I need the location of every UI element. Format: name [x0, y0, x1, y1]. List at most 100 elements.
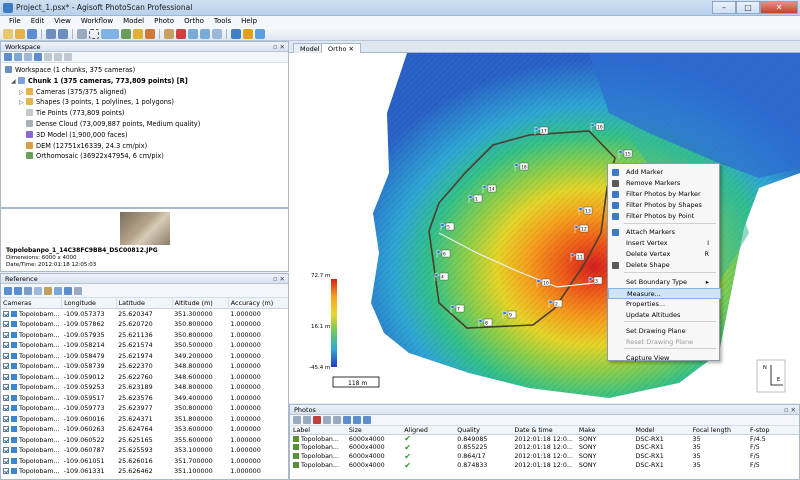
menu-tools[interactable]: Tools	[209, 16, 236, 27]
value-cell[interactable]: 350.800000	[172, 319, 228, 330]
value-cell[interactable]: 1.000000	[228, 424, 288, 435]
selection-dropdown-icon[interactable]	[101, 28, 119, 39]
value-cell[interactable]: 1.000000	[228, 351, 288, 362]
photo-thumbnail[interactable]	[120, 212, 170, 245]
value-cell[interactable]: -109.059253	[62, 382, 116, 393]
camera-cell[interactable]: Topolobam...	[1, 361, 62, 372]
camera-cell[interactable]: Topolobam...	[1, 309, 62, 320]
value-cell[interactable]: 25.626462	[116, 466, 172, 477]
camera-cell[interactable]: Topolobam...	[1, 435, 62, 446]
value-cell[interactable]: SONY	[576, 435, 633, 444]
table-row[interactable]: Topolobam...-109.06159525.626872351.1000…	[1, 477, 288, 479]
value-cell[interactable]: 350.500000	[172, 340, 228, 351]
show-cameras-icon[interactable]	[255, 28, 265, 39]
value-cell[interactable]: 355.600000	[172, 435, 228, 446]
delete-icon[interactable]	[176, 28, 186, 39]
value-cell[interactable]: 0.849085	[454, 435, 511, 444]
enable-checkbox[interactable]	[3, 352, 9, 359]
crop-icon[interactable]	[164, 28, 174, 39]
value-cell[interactable]: 0.855225	[454, 444, 511, 453]
table-row[interactable]: Topolobam... -109.060787 25.625593 353.1000…	[1, 445, 288, 456]
context-menu-item[interactable]: Remove Markers	[608, 178, 721, 189]
show-shapes-icon[interactable]	[243, 28, 253, 39]
col-datetime[interactable]: Date & time	[511, 426, 576, 436]
context-menu-item[interactable]: Reset Drawing Plane	[608, 337, 721, 348]
table-row[interactable]: Topolobam... -109.061331 25.626462 351.1000…	[1, 466, 288, 477]
tree-item-cameras[interactable]: ▷ Cameras (375/375 aligned)	[5, 87, 288, 98]
value-cell[interactable]: 348.800000	[172, 382, 228, 393]
col-latitude[interactable]: Latitude	[116, 298, 173, 309]
col-make[interactable]: Make	[575, 426, 633, 436]
tree-item-dense-cloud[interactable]: Dense Cloud (73,009,887 points, Medium q…	[5, 119, 288, 130]
details-view-icon[interactable]	[363, 416, 371, 424]
value-cell[interactable]: 25.625165	[116, 435, 172, 446]
panel-float-close-icon[interactable]: ▫ ✕	[273, 42, 285, 52]
rotate-right-icon[interactable]	[333, 416, 341, 424]
small-icons-icon[interactable]	[353, 416, 361, 424]
draw-polygon-icon[interactable]	[145, 28, 155, 39]
camera-cell[interactable]: Topolobam...	[1, 340, 62, 351]
enable-checkbox[interactable]	[3, 436, 9, 443]
value-cell[interactable]: -109.060016	[62, 414, 116, 425]
camera-cell[interactable]: Topolobam...	[1, 456, 62, 467]
value-cell[interactable]: SONY	[576, 444, 633, 453]
panel-float-close-icon[interactable]: ▫ ✕	[784, 405, 796, 415]
photo-label-cell[interactable]: Topoloban...	[290, 461, 346, 470]
new-icon[interactable]	[3, 28, 13, 39]
value-cell[interactable]: 1.000000	[228, 382, 288, 393]
value-cell[interactable]: 2012:01:18 12:0...	[511, 461, 575, 470]
col-label[interactable]: Label	[290, 426, 346, 436]
value-cell[interactable]: 25.623977	[116, 403, 172, 414]
value-cell[interactable]: 1.000000	[228, 393, 288, 404]
value-cell[interactable]: F/5	[747, 461, 799, 470]
view-estimated-icon[interactable]	[74, 286, 82, 295]
minimize-button[interactable]: –	[712, 1, 736, 14]
enable-checkbox[interactable]	[3, 311, 9, 317]
table-row[interactable]: Topoloban... 6000x4000 ✔ 0.849085 2012:01:18…	[290, 435, 799, 444]
optimize-icon[interactable]	[34, 286, 42, 295]
enable-checkbox[interactable]	[3, 384, 9, 391]
table-row[interactable]: Topolobam... -109.060522 25.625165 355.6000…	[1, 435, 288, 446]
table-row[interactable]: Topolobam... -109.058479 25.621974 349.2000…	[1, 351, 288, 362]
rotate-left-icon[interactable]	[323, 416, 331, 424]
photo-label-cell[interactable]: Topoloban...	[290, 452, 346, 461]
menu-workflow[interactable]: Workflow	[76, 16, 118, 27]
camera-cell[interactable]: Topolobam...	[1, 403, 62, 414]
value-cell[interactable]: 25.622370	[116, 361, 172, 372]
value-cell[interactable]: 6000x4000	[346, 461, 401, 470]
value-cell[interactable]: 349.400000	[172, 393, 228, 404]
value-cell[interactable]: 1.000000	[228, 403, 288, 414]
context-menu-item[interactable]: Add Marker	[608, 167, 721, 178]
table-row[interactable]: Topolobam... -109.059773 25.623977 350.8000…	[1, 403, 288, 414]
value-cell[interactable]: -109.058214	[62, 340, 116, 351]
chunk-item[interactable]: ◢ Chunk 1 (375 cameras, 773,809 points) […	[5, 76, 288, 87]
camera-cell[interactable]: Topolobam...	[1, 330, 62, 341]
menu-file[interactable]: File	[4, 16, 26, 27]
disable-icon[interactable]	[54, 53, 62, 61]
value-cell[interactable]: -109.057862	[62, 319, 116, 330]
col-quality[interactable]: Quality	[454, 426, 512, 436]
camera-cell[interactable]: Topolobam...	[1, 424, 62, 435]
context-menu-item[interactable]: Insert Vertex I	[608, 238, 721, 249]
value-cell[interactable]: 25.620347	[116, 309, 172, 320]
value-cell[interactable]: 350.800000	[172, 330, 228, 341]
context-menu-item[interactable]: Set Boundary Type ▸	[608, 277, 721, 288]
value-cell[interactable]: 1.000000	[228, 466, 288, 477]
value-cell[interactable]: 348.800000	[172, 361, 228, 372]
value-cell[interactable]: 1.000000	[228, 477, 288, 479]
value-cell[interactable]: -109.059012	[62, 372, 116, 383]
value-cell[interactable]: SONY	[576, 452, 633, 461]
context-menu-item[interactable]: Filter Photos by Shapes	[608, 200, 721, 211]
table-row[interactable]: Topoloban... 6000x4000 ✔ 0.864/17 2012:01:18…	[290, 452, 799, 461]
table-row[interactable]: Topolobam... -109.057373 25.620347 351.3000…	[1, 309, 288, 320]
context-menu-item[interactable]: Set Drawing Plane	[608, 326, 721, 337]
enable-checkbox[interactable]	[3, 321, 9, 328]
menu-model[interactable]: Model	[118, 16, 149, 27]
table-row[interactable]: Topolobam... -109.059517 25.623576 349.4000…	[1, 393, 288, 404]
col-model[interactable]: Model	[632, 426, 690, 436]
show-markers-icon[interactable]	[231, 28, 241, 39]
table-row[interactable]: Topolobam... -109.060263 25.624764 353.6000…	[1, 424, 288, 435]
value-cell[interactable]: 6000x4000	[346, 435, 401, 444]
tree-item-dem[interactable]: DEM (12751x16339, 24.3 cm/pix)	[5, 141, 288, 152]
panel-float-close-icon[interactable]: ▫ ✕	[273, 274, 285, 284]
